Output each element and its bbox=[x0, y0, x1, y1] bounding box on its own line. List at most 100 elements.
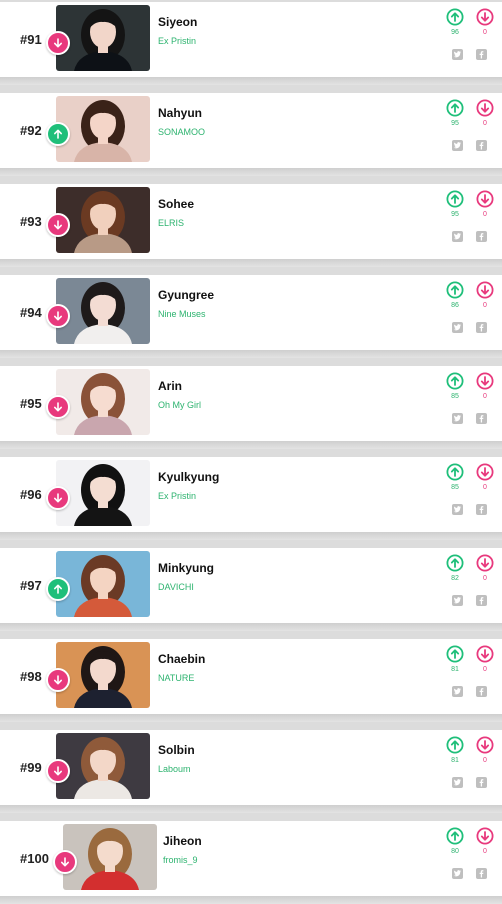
rank-label: #91 bbox=[20, 32, 42, 47]
trend-down-badge bbox=[53, 850, 77, 874]
upvote-button[interactable] bbox=[445, 280, 465, 300]
profile-photo[interactable] bbox=[56, 96, 150, 162]
profile-photo[interactable] bbox=[63, 824, 157, 890]
idol-name[interactable]: Solbin bbox=[158, 743, 195, 757]
rank-label: #93 bbox=[20, 214, 42, 229]
downvote-count: 0 bbox=[483, 757, 487, 764]
twitter-share-button[interactable] bbox=[452, 322, 463, 333]
idol-name[interactable]: Minkyung bbox=[158, 561, 214, 575]
upvote-button[interactable] bbox=[445, 462, 465, 482]
facebook-icon bbox=[479, 506, 484, 514]
group-name: fromis_9 bbox=[163, 855, 198, 865]
downvote-button[interactable] bbox=[475, 462, 495, 482]
upvote-button[interactable] bbox=[445, 371, 465, 391]
idol-name[interactable]: Nahyun bbox=[158, 106, 202, 120]
profile-photo[interactable] bbox=[56, 460, 150, 526]
twitter-share-button[interactable] bbox=[452, 231, 463, 242]
portrait-image bbox=[63, 824, 157, 890]
arrow-down-icon bbox=[54, 493, 62, 503]
downvote-button[interactable] bbox=[475, 189, 495, 209]
idol-name[interactable]: Chaebin bbox=[158, 652, 205, 666]
idol-name[interactable]: Jiheon bbox=[163, 834, 202, 848]
upvote-button[interactable] bbox=[445, 553, 465, 573]
twitter-icon bbox=[453, 415, 462, 422]
twitter-share-button[interactable] bbox=[452, 595, 463, 606]
arrow-down-icon bbox=[54, 311, 62, 321]
portrait-image bbox=[56, 5, 150, 71]
downvote-arrow-icon bbox=[476, 8, 494, 26]
twitter-share-button[interactable] bbox=[452, 777, 463, 788]
profile-photo[interactable] bbox=[56, 642, 150, 708]
portrait-image bbox=[56, 460, 150, 526]
upvote-count: 95 bbox=[451, 120, 459, 127]
downvote-button[interactable] bbox=[475, 644, 495, 664]
upvote-count: 81 bbox=[451, 666, 459, 673]
upvote-button[interactable] bbox=[445, 735, 465, 755]
twitter-share-button[interactable] bbox=[452, 868, 463, 879]
downvote-count: 0 bbox=[483, 393, 487, 400]
twitter-icon bbox=[453, 506, 462, 513]
idol-name[interactable]: Gyungree bbox=[158, 288, 214, 302]
trend-down-badge bbox=[46, 304, 70, 328]
downvote-button[interactable] bbox=[475, 280, 495, 300]
upvote-button[interactable] bbox=[445, 826, 465, 846]
idol-name[interactable]: Arin bbox=[158, 379, 182, 393]
downvote-arrow-icon bbox=[476, 463, 494, 481]
arrow-up-icon bbox=[54, 129, 62, 139]
rank-label: #100 bbox=[20, 851, 49, 866]
facebook-share-button[interactable] bbox=[476, 322, 487, 333]
facebook-share-button[interactable] bbox=[476, 777, 487, 788]
idol-name[interactable]: Sohee bbox=[158, 197, 194, 211]
upvote-arrow-icon bbox=[446, 463, 464, 481]
idol-name[interactable]: Siyeon bbox=[158, 15, 197, 29]
twitter-icon bbox=[453, 688, 462, 695]
downvote-arrow-icon bbox=[476, 554, 494, 572]
downvote-button[interactable] bbox=[475, 371, 495, 391]
upvote-arrow-icon bbox=[446, 736, 464, 754]
downvote-button[interactable] bbox=[475, 826, 495, 846]
facebook-share-button[interactable] bbox=[476, 504, 487, 515]
facebook-share-button[interactable] bbox=[476, 595, 487, 606]
facebook-share-button[interactable] bbox=[476, 140, 487, 151]
twitter-share-button[interactable] bbox=[452, 504, 463, 515]
group-name: Ex Pristin bbox=[158, 491, 197, 501]
facebook-share-button[interactable] bbox=[476, 49, 487, 60]
downvote-button[interactable] bbox=[475, 7, 495, 27]
ranking-card-99: #99 Solbin Laboum 81 0 bbox=[0, 730, 502, 813]
profile-photo[interactable] bbox=[56, 369, 150, 435]
trend-down-badge bbox=[46, 213, 70, 237]
profile-photo[interactable] bbox=[56, 5, 150, 71]
upvote-count: 82 bbox=[451, 575, 459, 582]
twitter-share-button[interactable] bbox=[452, 413, 463, 424]
portrait-image bbox=[56, 642, 150, 708]
idol-name[interactable]: Kyulkyung bbox=[158, 470, 219, 484]
twitter-share-button[interactable] bbox=[452, 686, 463, 697]
twitter-share-button[interactable] bbox=[452, 140, 463, 151]
twitter-icon bbox=[453, 870, 462, 877]
facebook-icon bbox=[479, 415, 484, 423]
downvote-button[interactable] bbox=[475, 735, 495, 755]
upvote-count: 86 bbox=[451, 302, 459, 309]
twitter-icon bbox=[453, 324, 462, 331]
downvote-button[interactable] bbox=[475, 553, 495, 573]
upvote-button[interactable] bbox=[445, 644, 465, 664]
downvote-button[interactable] bbox=[475, 98, 495, 118]
facebook-share-button[interactable] bbox=[476, 868, 487, 879]
upvote-arrow-icon bbox=[446, 645, 464, 663]
facebook-share-button[interactable] bbox=[476, 686, 487, 697]
facebook-share-button[interactable] bbox=[476, 413, 487, 424]
rank-label: #97 bbox=[20, 578, 42, 593]
upvote-button[interactable] bbox=[445, 7, 465, 27]
upvote-count: 95 bbox=[451, 211, 459, 218]
arrow-down-icon bbox=[54, 675, 62, 685]
facebook-share-button[interactable] bbox=[476, 231, 487, 242]
upvote-button[interactable] bbox=[445, 189, 465, 209]
upvote-button[interactable] bbox=[445, 98, 465, 118]
profile-photo[interactable] bbox=[56, 733, 150, 799]
profile-photo[interactable] bbox=[56, 278, 150, 344]
downvote-count: 0 bbox=[483, 211, 487, 218]
profile-photo[interactable] bbox=[56, 551, 150, 617]
profile-photo[interactable] bbox=[56, 187, 150, 253]
twitter-icon bbox=[453, 233, 462, 240]
twitter-share-button[interactable] bbox=[452, 49, 463, 60]
